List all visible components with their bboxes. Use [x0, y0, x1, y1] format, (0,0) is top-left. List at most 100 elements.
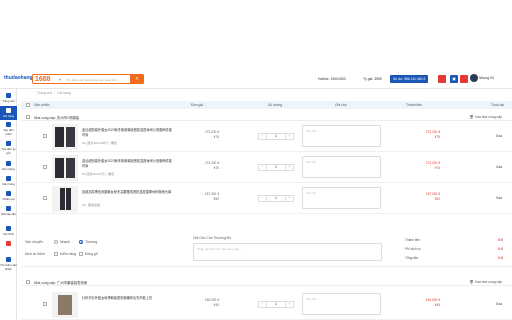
delete-shop-button[interactable]: 🗑 Xóa nhà cung cấp: [469, 115, 502, 119]
product-checkbox[interactable]: [43, 165, 47, 169]
quantity-stepper[interactable]: −1 +: [258, 133, 294, 140]
search-input[interactable]: Tìm kiếm sản phẩm theo tên hoặc link...: [66, 78, 119, 82]
header-product: Sản phẩm: [34, 103, 50, 107]
shipping-fast-radio[interactable]: [54, 240, 58, 244]
select-all-checkbox[interactable]: [26, 103, 30, 107]
shop-checkbox[interactable]: [26, 115, 30, 119]
table-row: 金丝绒西装外套女2023秋冬新款韩版宽松显瘦休闲小西服两件套时尚 XL (建议1…: [21, 121, 512, 152]
shipping-normal-radio[interactable]: [79, 240, 83, 244]
product-price: 187,300 đ ¥52: [204, 192, 219, 201]
sidebar-item-finance[interactable]: Tài chính: [0, 226, 17, 238]
minus-button[interactable]: −: [259, 134, 267, 139]
cart-icon[interactable]: ▣: [450, 75, 458, 83]
plus-button[interactable]: +: [285, 134, 293, 139]
search-source[interactable]: 1688: [35, 76, 51, 83]
grand-total-value: 0 đ: [498, 256, 503, 260]
logo[interactable]: thudaohang: [4, 75, 33, 81]
balance-badge[interactable]: Số dư: 986,111,360 đ: [390, 75, 429, 83]
quantity-stepper[interactable]: −1 +: [258, 195, 294, 202]
shop-name: Nhà cung cấp: 苏州市1号服装: [34, 116, 80, 120]
header-price: Đơn giá: [191, 103, 204, 107]
minus-button[interactable]: −: [259, 196, 267, 201]
sidebar-item-product-search[interactable]: Tìm kiếm sản phẩm: [0, 257, 17, 273]
product-variant: XL (建议120-140斤) ; 黑色: [82, 141, 117, 145]
delete-product-button[interactable]: Xóa: [496, 165, 502, 169]
plus-button[interactable]: +: [285, 165, 293, 170]
wood-crate-checkbox[interactable]: [79, 252, 83, 256]
plus-button[interactable]: +: [285, 302, 293, 307]
product-price: 160,000 đ ¥45: [204, 298, 219, 307]
sidebar-item-create-order[interactable]: Tạo đơn order: [0, 122, 17, 138]
search-icon: [6, 257, 11, 262]
list-icon: [6, 161, 11, 166]
subtotal-value: 0 đ: [498, 238, 503, 242]
bell-icon[interactable]: [460, 75, 468, 83]
product-checkbox[interactable]: [43, 302, 47, 306]
product-title[interactable]: 针织开衫外套女秋季韩版宽松慵懒风毛衣外套上衣: [82, 296, 174, 301]
product-price: 273,200 đ ¥76: [204, 161, 219, 170]
delete-product-button[interactable]: Xóa: [496, 302, 502, 306]
note-textarea[interactable]: Ghi chú: [302, 156, 381, 178]
sidebar-item-orders[interactable]: Đơn hàng: [0, 161, 17, 173]
product-price: 273,200 đ ¥76: [204, 130, 219, 139]
product-image[interactable]: [52, 124, 78, 150]
sidebar-item-complaints[interactable]: Khiếu nại: [0, 191, 17, 203]
sidebar-item-home[interactable]: Trang chủ: [0, 93, 17, 105]
note-textarea[interactable]: Ghi chú: [302, 125, 381, 147]
extra-services-label: Dịch vụ thêm: [25, 252, 45, 256]
breadcrumb: Trang chủ / Giỏ hàng: [37, 91, 71, 95]
shop-row: Nhà cung cấp: 苏州市1号服装 🗑 Xóa nhà cung cấp: [21, 113, 512, 121]
warning-icon: [6, 191, 11, 196]
sidebar-item-consign[interactable]: Tạo đơn ký gửi: [0, 141, 17, 157]
sidebar-item-packages[interactable]: Kiện hàng: [0, 176, 17, 188]
quantity-stepper[interactable]: −1 +: [258, 301, 294, 308]
sidebar-item-wallet[interactable]: Rút/nạp tiền: [0, 206, 17, 222]
table-row: 金丝绒西装外套女2023秋冬新款韩版宽松显瘦休闲小西服两件套时尚 M (建议95…: [21, 152, 512, 183]
note-textarea[interactable]: Ghi chú: [302, 187, 381, 209]
product-image[interactable]: [52, 292, 78, 318]
shop-note-label: Ghi Chú Cho Thương Đồ: [193, 236, 231, 240]
product-title[interactable]: 加绒加厚黑色阔腿裤女秋冬高腰垂感宽松显瘦直筒休闲拖地长裤: [82, 190, 174, 195]
table-header: Sản phẩm Đơn giá Số lượng Ghi chú Thành …: [21, 101, 512, 109]
quantity-stepper[interactable]: −1 +: [258, 164, 294, 171]
inspection-checkbox[interactable]: [54, 252, 58, 256]
product-checkbox[interactable]: [43, 196, 47, 200]
flag-icon[interactable]: [438, 75, 446, 83]
main-content: Trang chủ / Giỏ hàng Sản phẩm Đơn giá Số l…: [17, 89, 512, 320]
shop-note-textarea[interactable]: Nhập ghi chú cho nhà cung cấp...: [193, 243, 382, 261]
delete-product-button[interactable]: Xóa: [496, 196, 502, 200]
header-qty: Số lượng: [268, 103, 283, 107]
breadcrumb-current: Giỏ hàng: [57, 91, 71, 95]
product-image[interactable]: [52, 186, 78, 212]
money-icon: [6, 226, 11, 231]
chevron-down-icon[interactable]: ▾: [59, 77, 61, 82]
subtotal-label: Thanh tiền: [405, 238, 421, 242]
user-name[interactable]: Nhung Vũ: [479, 76, 494, 80]
search-button[interactable]: ⌕: [130, 74, 144, 84]
product-image[interactable]: [52, 155, 78, 181]
minus-button[interactable]: −: [259, 165, 267, 170]
exchange-rate: Tỷ giá: 3595: [363, 77, 382, 81]
product-title[interactable]: 金丝绒西装外套女2023秋冬新款韩版宽松显瘦休闲小西服两件套时尚: [82, 159, 174, 168]
search-bar[interactable]: 1688 ▾ Tìm kiếm sản phẩm theo tên hoặc l…: [32, 74, 144, 84]
plus-button[interactable]: +: [285, 196, 293, 201]
shop-row: Nhà cung cấp: 广州市服装批发商家 🗑 Xóa nhà cung c…: [21, 278, 512, 286]
sidebar-item-cart[interactable]: Giỏ hàng: [0, 106, 17, 120]
package-icon: [6, 176, 11, 181]
sidebar-item-finance-2[interactable]: [0, 241, 17, 253]
shop-name: Nhà cung cấp: 广州市服装批发商家: [34, 281, 88, 285]
product-variant: XL ; 黑色加绒: [82, 203, 101, 207]
product-title[interactable]: 金丝绒西装外套女2023秋冬新款韩版宽松显瘦休闲小西服两件套时尚: [82, 128, 174, 137]
product-checkbox[interactable]: [43, 134, 47, 138]
wallet-icon: [6, 206, 11, 211]
delete-shop-button[interactable]: 🗑 Xóa nhà cung cấp: [469, 280, 502, 284]
grand-total-label: Tổng tiền: [405, 256, 419, 260]
shop-checkbox[interactable]: [26, 280, 30, 284]
note-textarea[interactable]: Ghi chú: [302, 293, 381, 315]
delete-product-button[interactable]: Xóa: [496, 134, 502, 138]
product-total: 273,200 đ ¥76: [425, 161, 440, 170]
breadcrumb-home[interactable]: Trang chủ: [37, 91, 52, 95]
avatar[interactable]: [470, 74, 478, 82]
minus-button[interactable]: −: [259, 302, 267, 307]
plus-icon: [6, 122, 11, 127]
